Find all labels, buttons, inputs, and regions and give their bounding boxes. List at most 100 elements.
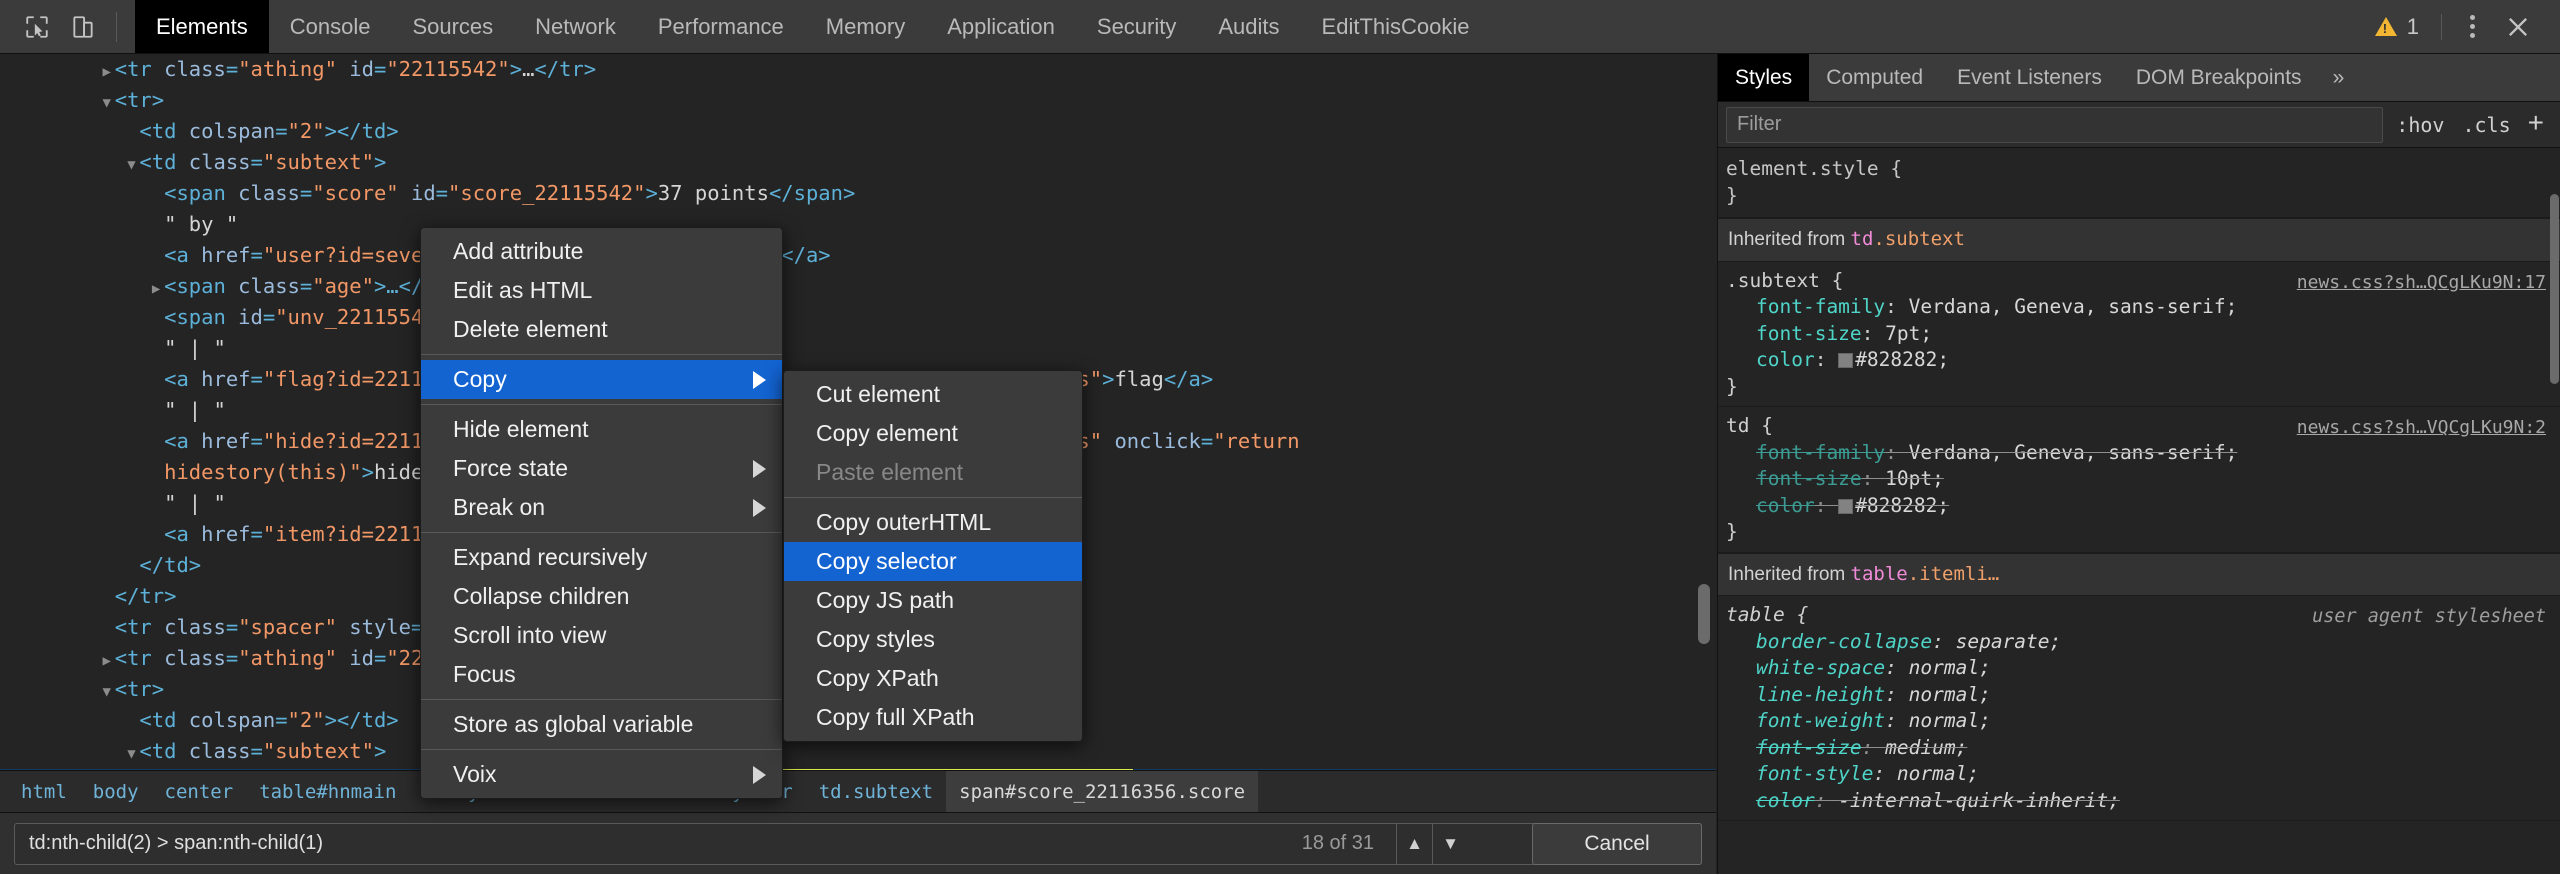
css-declaration[interactable]: line-height: normal;	[1726, 682, 2560, 709]
menu-item-collapse-children[interactable]: Collapse children	[421, 577, 782, 616]
tab-performance[interactable]: Performance	[637, 0, 805, 53]
css-declaration[interactable]: font-size: 10pt;	[1726, 466, 2560, 493]
dom-tree-line[interactable]: " by "	[0, 209, 1716, 240]
tab-sources[interactable]: Sources	[391, 0, 514, 53]
styles-tab-computed[interactable]: Computed	[1809, 54, 1940, 101]
inherited-prefix: Inherited from	[1728, 229, 1851, 250]
dom-tree-line[interactable]: <a href="user?id=severine" class="hnuser…	[0, 240, 1716, 271]
dom-token: <tr	[114, 57, 165, 81]
css-source-link[interactable]: news.css?sh…VQCgLKu9N:2	[2297, 415, 2546, 442]
menu-item-scroll-into-view[interactable]: Scroll into view	[421, 616, 782, 655]
dom-tree-line[interactable]: <span class="score" id="score_22115542">…	[0, 178, 1716, 209]
twisty-collapsed-icon[interactable]: ▶	[148, 274, 164, 305]
dom-tree-line[interactable]: ▼ <tr>	[0, 85, 1716, 116]
dom-tree-line[interactable]: ▼ <td class="subtext">	[0, 147, 1716, 178]
tab-console[interactable]: Console	[269, 0, 392, 53]
css-declaration[interactable]: border-collapse: separate;	[1726, 629, 2560, 656]
breadcrumb-item[interactable]: center	[152, 771, 247, 813]
hov-toggle[interactable]: :hov	[2387, 113, 2453, 137]
styles-tab-event-listeners[interactable]: Event Listeners	[1940, 54, 2119, 101]
menu-item-hide-element[interactable]: Hide element	[421, 410, 782, 449]
css-declaration[interactable]: white-space: normal;	[1726, 655, 2560, 682]
css-declaration[interactable]: font-family: Verdana, Geneva, sans-serif…	[1726, 294, 2560, 321]
css-source-link[interactable]: news.css?sh…QCgLKu9N:17	[2297, 270, 2546, 297]
menu-item-add-attribute[interactable]: Add attribute	[421, 232, 782, 271]
tab-security[interactable]: Security	[1076, 0, 1197, 53]
breadcrumb-item[interactable]: span#score_22116356.score	[946, 770, 1259, 813]
menu-item-copy-styles[interactable]: Copy styles	[784, 620, 1082, 659]
inspect-element-icon[interactable]	[14, 5, 60, 49]
breadcrumb-item[interactable]: td.subtext	[806, 771, 946, 813]
menu-item-copy-full-xpath[interactable]: Copy full XPath	[784, 698, 1082, 737]
styles-tab-dom-breakpoints[interactable]: DOM Breakpoints	[2119, 54, 2319, 101]
tab-audits[interactable]: Audits	[1197, 0, 1300, 53]
menu-item-copy-js-path[interactable]: Copy JS path	[784, 581, 1082, 620]
dom-tree-line[interactable]: ▶ <tr class="athing" id="22115542">…</tr>	[0, 54, 1716, 85]
dom-token: href	[201, 429, 251, 453]
css-declaration[interactable]: color: #828282;	[1726, 347, 2560, 374]
breadcrumb-item[interactable]: html	[8, 771, 80, 813]
menu-item-cut-element[interactable]: Cut element	[784, 375, 1082, 414]
chevron-up-icon[interactable]: ▲	[1396, 822, 1432, 865]
css-property-name: font-size	[1756, 467, 1862, 490]
chevron-down-icon[interactable]: ▼	[1432, 822, 1468, 865]
close-icon[interactable]	[2494, 5, 2542, 49]
plus-icon[interactable]: +	[2520, 107, 2556, 143]
breadcrumb-item[interactable]: table#hnmain	[246, 771, 409, 813]
css-declaration[interactable]: font-family: Verdana, Geneva, sans-serif…	[1726, 440, 2560, 467]
twisty-collapsed-icon[interactable]: ▶	[99, 646, 115, 677]
menu-item-store-as-global-variable[interactable]: Store as global variable	[421, 705, 782, 744]
menu-item-expand-recursively[interactable]: Expand recursively	[421, 538, 782, 577]
styles-scrollbar[interactable]	[2550, 194, 2559, 384]
dom-tree-line[interactable]: " | "	[0, 333, 1716, 364]
tab-memory[interactable]: Memory	[805, 0, 926, 53]
tab-elements[interactable]: Elements	[135, 0, 269, 53]
element-style-rule[interactable]: element.style { }	[1718, 148, 2560, 218]
color-swatch[interactable]	[1838, 353, 1854, 368]
css-declaration[interactable]: color: #828282;	[1726, 493, 2560, 520]
cancel-button[interactable]: Cancel	[1532, 822, 1702, 865]
twisty-collapsed-icon[interactable]: ▶	[99, 57, 115, 88]
menu-item-edit-as-html[interactable]: Edit as HTML	[421, 271, 782, 310]
css-declaration[interactable]: font-style: normal;	[1726, 761, 2560, 788]
twisty-expanded-icon[interactable]: ▼	[123, 739, 139, 770]
chevron-double-right-icon[interactable]: »	[2319, 54, 2359, 101]
css-declaration[interactable]: font-weight: normal;	[1726, 708, 2560, 735]
dom-tree-line[interactable]: ▶<span class="age">…</span>	[0, 271, 1716, 302]
device-toolbar-icon[interactable]	[60, 5, 106, 49]
kebab-menu-icon[interactable]	[2450, 5, 2494, 49]
menu-item-copy[interactable]: Copy	[421, 360, 782, 399]
cls-toggle[interactable]: .cls	[2453, 113, 2519, 137]
twisty-expanded-icon[interactable]: ▼	[99, 677, 115, 708]
menu-item-focus[interactable]: Focus	[421, 655, 782, 694]
css-rule[interactable]: td {news.css?sh…VQCgLKu9N:2 font-family: …	[1718, 407, 2560, 553]
css-declaration[interactable]: font-size: medium;	[1726, 735, 2560, 762]
menu-item-force-state[interactable]: Force state	[421, 449, 782, 488]
menu-item-copy-element[interactable]: Copy element	[784, 414, 1082, 453]
css-rule[interactable]: .subtext {news.css?sh…QCgLKu9N:17 font-fa…	[1718, 262, 2560, 407]
menu-item-copy-xpath[interactable]: Copy XPath	[784, 659, 1082, 698]
dom-tree-line[interactable]: <td colspan="2"></td>	[0, 116, 1716, 147]
warning-indicator[interactable]: 1	[2361, 14, 2433, 40]
css-declaration[interactable]: font-size: 7pt;	[1726, 321, 2560, 348]
css-declaration[interactable]: color: -internal-quirk-inherit;	[1726, 788, 2560, 815]
tab-application[interactable]: Application	[926, 0, 1076, 53]
twisty-expanded-icon[interactable]: ▼	[99, 88, 115, 119]
menu-item-label: Scroll into view	[453, 622, 607, 648]
menu-item-copy-selector[interactable]: Copy selector	[784, 542, 1082, 581]
menu-item-delete-element[interactable]: Delete element	[421, 310, 782, 349]
dom-scrollbar[interactable]	[1698, 584, 1710, 644]
twisty-expanded-icon[interactable]: ▼	[123, 150, 139, 181]
menu-item-voix[interactable]: Voix	[421, 755, 782, 794]
css-rule[interactable]: table {user agent stylesheet border-colla…	[1718, 596, 2560, 821]
color-swatch[interactable]	[1838, 498, 1854, 514]
styles-tab-styles[interactable]: Styles	[1718, 54, 1810, 101]
menu-item-copy-outerhtml[interactable]: Copy outerHTML	[784, 503, 1082, 542]
tab-network[interactable]: Network	[514, 0, 637, 53]
styles-filter-input[interactable]	[1726, 106, 2384, 143]
dom-tree-line[interactable]: <span id="unv_22115542"></span>	[0, 302, 1716, 333]
menu-item-break-on[interactable]: Break on	[421, 488, 782, 527]
tab-editthiscookie[interactable]: EditThisCookie	[1301, 0, 1491, 53]
breadcrumb-item[interactable]: body	[80, 771, 152, 813]
